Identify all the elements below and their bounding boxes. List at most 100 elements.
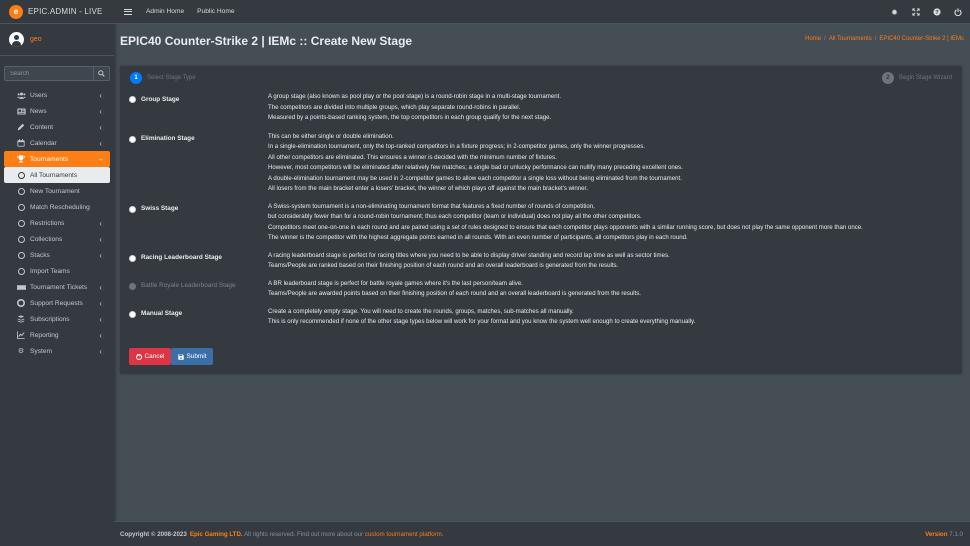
description-line: A group stage (also known as pool play o… (268, 93, 562, 100)
description-line: A racing leaderboard stage is perfect fo… (268, 251, 670, 259)
support-icon (16, 299, 26, 307)
sidebar-item-support-requests[interactable]: Support Requests ‹ (4, 295, 110, 311)
wizard-step-1[interactable]: 1 Select Stage Type (130, 72, 196, 84)
user-avatar-icon (9, 32, 24, 47)
cancel-button[interactable]: ✕ Cancel (129, 348, 171, 365)
swiss-stage-radio[interactable] (129, 205, 136, 213)
sidebar-item-label: Support Requests (30, 299, 83, 307)
breadcrumb-separator: / (874, 36, 877, 42)
description-line: A double-elimination tournament may be u… (268, 174, 682, 182)
option-label[interactable]: Swiss Stage (141, 202, 268, 244)
option-manual-stage[interactable]: Manual Stage Create a completely empty s… (129, 307, 951, 328)
chart-line-icon (16, 331, 26, 339)
sidebar-item-match-rescheduling[interactable]: Match Rescheduling (4, 199, 110, 215)
description-line: Teams/People are ranked based on their f… (268, 262, 619, 269)
sidebar-search-input[interactable] (4, 66, 93, 81)
option-label[interactable]: Racing Leaderboard Stage (141, 251, 268, 272)
circle-icon (16, 171, 26, 179)
footer-copyright: Copyright © 2008-2023 (120, 530, 187, 538)
footer-version: Version 7.1.0 (925, 531, 963, 538)
option-label[interactable]: Manual Stage (141, 307, 268, 328)
submit-button[interactable]: Submit (171, 348, 213, 365)
description-line: However, most competitors will be elimin… (268, 164, 683, 171)
expand-icon[interactable] (911, 8, 920, 17)
option-label[interactable]: Group Stage (141, 92, 268, 124)
sidebar-item-all-tournaments[interactable]: All Tournaments (4, 167, 110, 183)
settings-icon[interactable]: ✹ (890, 8, 899, 17)
wizard-step-2[interactable]: 2 Begin Stage Wizard (881, 72, 952, 84)
option-label: Battle Royale Leaderboard Stage (141, 282, 236, 289)
description-line: In a single-elimination tournament, only… (268, 143, 645, 150)
chevron-left-icon: ‹ (99, 218, 102, 228)
sidebar-item-users[interactable]: Users ‹ (4, 87, 110, 103)
ticket-icon (16, 283, 26, 291)
sidebar-item-stacks[interactable]: Stacks ‹ (4, 247, 110, 263)
sidebar-item-new-tournament[interactable]: New Tournament (4, 183, 110, 199)
sidebar-item-label: Restrictions (30, 219, 65, 227)
circle-icon (16, 267, 26, 275)
elimination-stage-radio[interactable] (129, 135, 136, 143)
option-description: A group stage (also known as pool play o… (268, 92, 951, 124)
breadcrumb: Home / All Tournaments / EPIC40 Counter-… (805, 36, 964, 42)
newspaper-icon (16, 107, 26, 115)
sidebar-item-import-teams[interactable]: Import Teams (4, 263, 110, 279)
sidebar-item-system[interactable]: ⚙ System ‹ (4, 343, 110, 359)
cancel-circle-icon: ✕ (135, 353, 142, 360)
racing-leaderboard-radio[interactable] (129, 254, 136, 262)
sidebar-item-label: Collections (30, 235, 63, 243)
power-icon[interactable] (953, 8, 962, 17)
option-description: Create a completely empty stage. You wil… (268, 307, 951, 328)
footer: Copyright © 2008-2023 Epic Gaming LTD. A… (114, 521, 970, 546)
sidebar-item-tournament-tickets[interactable]: Tournament Tickets ‹ (4, 279, 110, 295)
breadcrumb-all-tournaments[interactable]: All Tournaments (829, 36, 872, 42)
chevron-left-icon: ‹ (99, 122, 102, 132)
search-button[interactable] (93, 66, 110, 81)
option-elimination-stage[interactable]: Elimination Stage This can be either sin… (129, 132, 951, 195)
sidebar-item-tournaments[interactable]: Tournaments ‹ (4, 151, 110, 167)
cancel-button-label: Cancel (144, 353, 165, 360)
breadcrumb-home[interactable]: Home (805, 36, 821, 42)
menu-toggle-icon[interactable] (124, 8, 132, 15)
option-battle-royale-leaderboard-stage: Battle Royale Leaderboard Stage A BR lea… (129, 279, 951, 300)
option-group-stage[interactable]: Group Stage A group stage (also known as… (129, 92, 951, 124)
footer-platform-link[interactable]: custom tournament platform (365, 531, 442, 538)
page-title: EPIC40 Counter-Strike 2 | IEMc :: Create… (120, 34, 413, 48)
description-line: All losers from the main bracket enter a… (268, 185, 588, 192)
sidebar: e EPIC.ADMIN - LIVE geo Users ‹ News ‹ C… (0, 0, 114, 546)
sidebar-item-collections[interactable]: Collections ‹ (4, 231, 110, 247)
sidebar-item-label: Users (30, 91, 48, 99)
sidebar-item-reporting[interactable]: Reporting ‹ (4, 327, 110, 343)
option-swiss-stage[interactable]: Swiss Stage A Swiss-system tournament is… (129, 202, 951, 244)
battle-royale-radio (129, 282, 136, 290)
search-icon (98, 70, 105, 77)
save-icon (177, 353, 184, 360)
sidebar-item-label: Stacks (30, 251, 50, 259)
circle-icon (16, 203, 26, 211)
user-panel[interactable]: geo (0, 24, 114, 56)
breadcrumb-tournament[interactable]: EPIC40 Counter-Strike 2 | IEMc (879, 36, 964, 42)
manual-stage-radio[interactable] (129, 310, 136, 318)
option-description: A racing leaderboard stage is perfect fo… (268, 251, 951, 272)
sidebar-item-restrictions[interactable]: Restrictions ‹ (4, 215, 110, 231)
brand[interactable]: e EPIC.ADMIN - LIVE (0, 0, 114, 24)
sidebar-item-calendar[interactable]: Calendar ‹ (4, 135, 110, 151)
sidebar-item-label: Reporting (30, 331, 59, 339)
group-stage-radio[interactable] (129, 96, 136, 103)
footer-company-link[interactable]: Epic Gaming LTD. (190, 531, 243, 538)
description-line: Measured by a points-based ranking syste… (268, 114, 552, 121)
help-icon[interactable]: ? (932, 8, 941, 17)
calendar-icon (16, 139, 26, 147)
sidebar-item-subscriptions[interactable]: Subscriptions ‹ (4, 311, 110, 327)
admin-home-link[interactable]: Admin Home (146, 8, 184, 15)
brand-logo-icon: e (9, 4, 23, 19)
option-racing-leaderboard-stage[interactable]: Racing Leaderboard Stage A racing leader… (129, 251, 951, 272)
footer-text: All rights reserved. Find out more about… (242, 530, 365, 538)
description-line: All other competitors are eliminated. Th… (268, 153, 557, 161)
submit-button-label: Submit (186, 353, 207, 360)
user-name[interactable]: geo (30, 36, 42, 43)
public-home-link[interactable]: Public Home (197, 8, 234, 15)
chevron-left-icon: ‹ (99, 250, 102, 260)
sidebar-item-content[interactable]: Content ‹ (4, 119, 110, 135)
sidebar-item-news[interactable]: News ‹ (4, 103, 110, 119)
option-label[interactable]: Elimination Stage (141, 132, 268, 195)
